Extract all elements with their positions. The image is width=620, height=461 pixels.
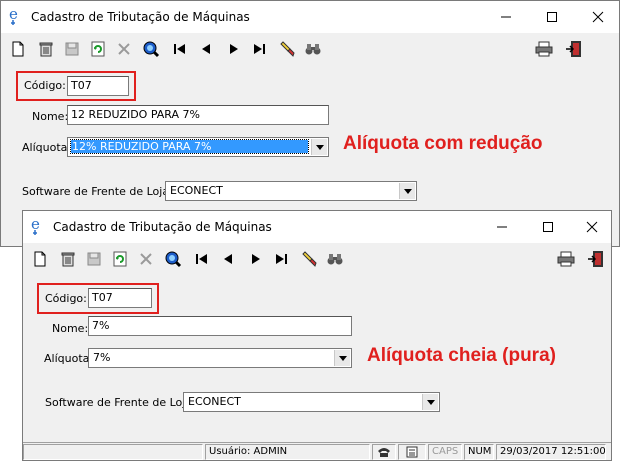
minimize-button[interactable] [483, 1, 529, 33]
new-document-icon[interactable] [29, 249, 51, 269]
status-user: Usuário: ADMIN [205, 444, 370, 460]
printer-icon[interactable] [555, 249, 577, 269]
first-record-icon[interactable] [169, 39, 191, 59]
search-globe-icon[interactable] [140, 39, 162, 59]
highlight-codigo-box [37, 283, 159, 314]
last-record-icon[interactable] [271, 249, 293, 269]
window-title: Cadastro de Tributação de Máquinas [53, 220, 272, 234]
status-bar: Usuário: ADMIN CAPS NUM 29/03/2017 12:51… [23, 442, 611, 460]
aliquota-select[interactable]: 7% [88, 348, 352, 368]
software-label: Software de Frente de Loja: [45, 396, 196, 409]
save-icon[interactable] [61, 39, 83, 59]
software-selected-value: ECONECT [188, 395, 241, 408]
nome-field[interactable]: 12 REDUZIDO PARA 7% [67, 105, 329, 125]
software-select[interactable]: ECONECT [165, 181, 417, 201]
status-panel-empty [23, 444, 203, 460]
toolbar [1, 33, 619, 65]
aliquota-label: Alíquota: [44, 352, 94, 365]
close-button[interactable] [569, 211, 611, 243]
binoculars-icon[interactable] [302, 39, 324, 59]
highlight-codigo-box [16, 71, 136, 101]
delete-trash-icon[interactable] [35, 39, 57, 59]
aliquota-select[interactable]: 12% REDUZIDO PARA 7% [67, 137, 329, 157]
annotation-aliquota-cheia: Alíquota cheia (pura) [367, 345, 556, 366]
chevron-down-icon[interactable] [311, 139, 327, 155]
calculator-icon [398, 444, 426, 460]
close-button[interactable] [575, 1, 619, 33]
app-logo-icon: e [7, 5, 23, 26]
maximize-button[interactable] [529, 1, 575, 33]
clear-filter-icon[interactable] [276, 39, 298, 59]
toolbar [23, 243, 611, 275]
aliquota-selected-value: 7% [93, 351, 111, 364]
previous-record-icon[interactable] [195, 39, 217, 59]
title-bar: e Cadastro de Tributação de Máquinas [1, 1, 619, 33]
refresh-icon[interactable] [87, 39, 109, 59]
cancel-x-icon[interactable] [113, 39, 135, 59]
annotation-aliquota-reducao: Alíquota com redução [343, 133, 543, 154]
chevron-down-icon[interactable] [422, 394, 438, 410]
chevron-down-icon[interactable] [334, 350, 350, 366]
next-record-icon[interactable] [223, 39, 245, 59]
nome-label: Nome: [32, 110, 69, 123]
window-cadastro-cheia: e Cadastro de Tributação de Máquinas Cód… [22, 210, 612, 461]
nome-field[interactable]: 7% [88, 316, 352, 336]
cancel-x-icon[interactable] [135, 249, 157, 269]
status-num: NUM [464, 444, 494, 460]
last-record-icon[interactable] [249, 39, 271, 59]
clear-filter-icon[interactable] [298, 249, 320, 269]
phone-icon [372, 444, 396, 460]
delete-trash-icon[interactable] [57, 249, 79, 269]
refresh-icon[interactable] [109, 249, 131, 269]
aliquota-label: Alíquota: [22, 141, 72, 154]
chevron-down-icon[interactable] [399, 183, 415, 199]
binoculars-icon[interactable] [324, 249, 346, 269]
nome-label: Nome: [52, 322, 89, 335]
status-datetime: 29/03/2017 12:51:00 [496, 444, 606, 460]
maximize-button[interactable] [525, 211, 571, 243]
save-icon[interactable] [83, 249, 105, 269]
aliquota-selected-value: 12% REDUZIDO PARA 7% [70, 139, 309, 154]
status-caps: CAPS [428, 444, 462, 460]
minimize-button[interactable] [479, 211, 525, 243]
first-record-icon[interactable] [191, 249, 213, 269]
title-bar: e Cadastro de Tributação de Máquinas [23, 211, 611, 243]
software-label: Software de Frente de Loja: [22, 185, 173, 198]
window-title: Cadastro de Tributação de Máquinas [31, 10, 250, 24]
app-logo-icon: e [29, 215, 45, 236]
new-document-icon[interactable] [7, 39, 29, 59]
software-select[interactable]: ECONECT [183, 392, 440, 412]
exit-door-icon[interactable] [563, 39, 585, 59]
previous-record-icon[interactable] [217, 249, 239, 269]
search-globe-icon[interactable] [162, 249, 184, 269]
exit-door-icon[interactable] [585, 249, 607, 269]
printer-icon[interactable] [533, 39, 555, 59]
next-record-icon[interactable] [245, 249, 267, 269]
software-selected-value: ECONECT [170, 184, 223, 197]
